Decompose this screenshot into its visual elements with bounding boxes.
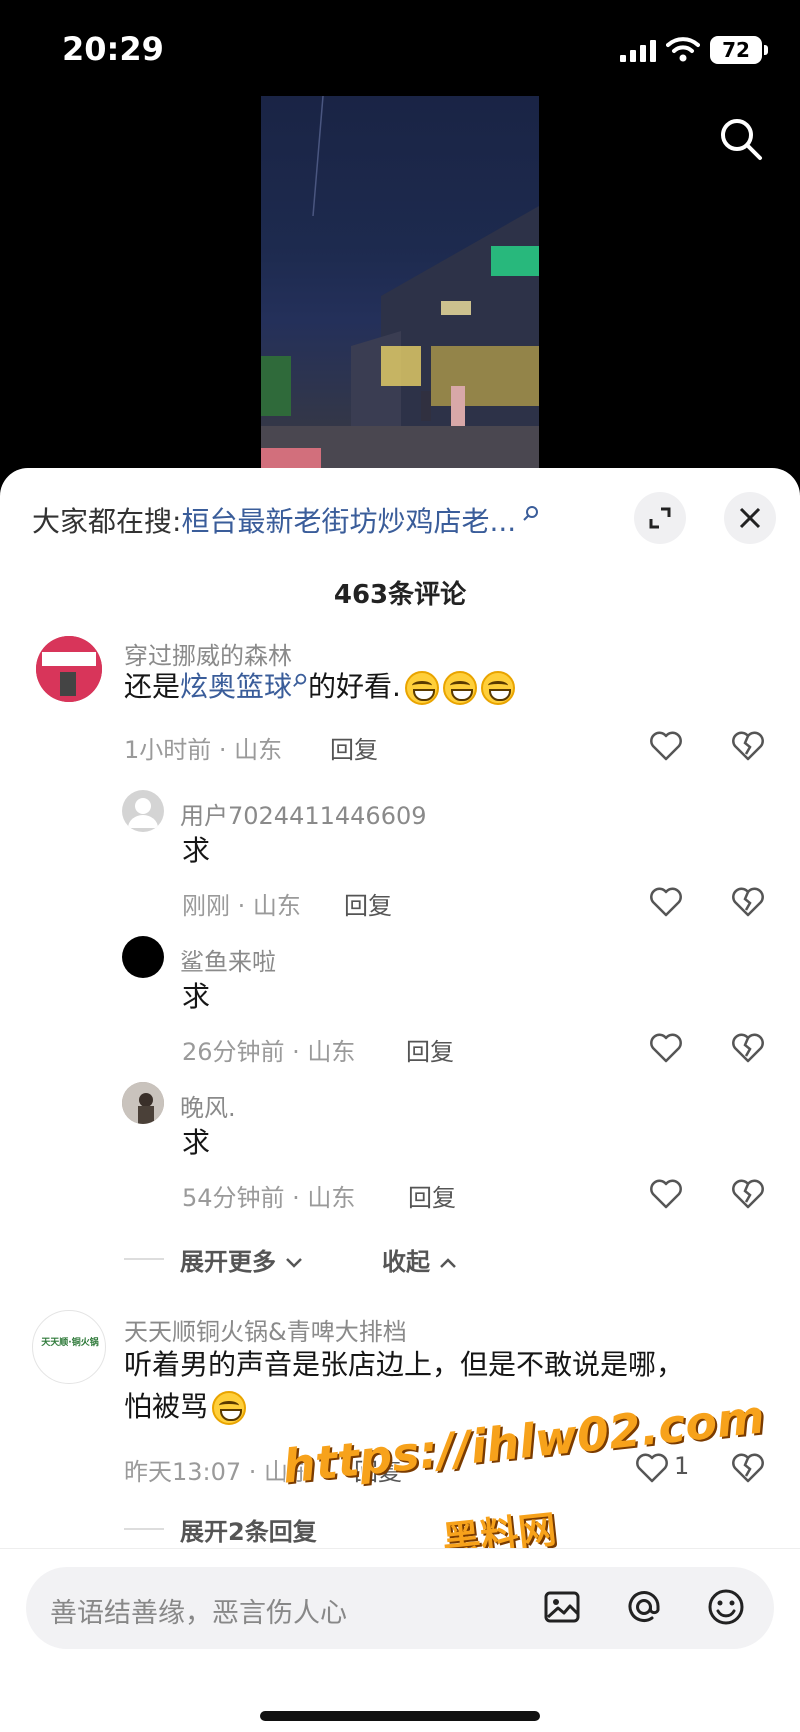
reply-author[interactable]: 用户7024411446609 [180,796,427,831]
reply-button[interactable]: 回复 [330,730,378,765]
laughing-emoji-icon [212,1391,247,1425]
comment-text: 还是炫奥篮球 的好看. [124,666,515,708]
dislike-button[interactable] [730,1450,766,1486]
avatar[interactable] [122,936,164,978]
input-placeholder: 善语结善缘，恶言伤人心 [50,1598,347,1629]
reply-text: 求 [182,980,211,1013]
avatar[interactable] [122,790,164,832]
chevron-up-icon [440,1258,457,1268]
search-icon [523,506,539,521]
dislike-button[interactable] [730,728,766,764]
keyword-link[interactable]: 炫奥篮球 [180,670,292,703]
broken-heart-icon [732,1033,764,1063]
like-count: 1 [674,1452,690,1480]
comment-input[interactable]: 善语结善缘，恶言伤人心 [26,1567,774,1649]
reply-author[interactable]: 晚风. [180,1088,236,1123]
comment-item: 天天顺·铜火锅 天天顺铜火锅&青啤大排档 听着男的声音是张店边上，但是不敢说是哪… [0,1310,800,1500]
expand-icon [649,507,671,529]
video-thumbnail[interactable] [261,96,539,470]
expand-replies-button[interactable]: 展开2条回复 [180,1512,317,1547]
reply-button[interactable]: 回复 [408,1178,456,1213]
avatar[interactable] [122,1082,164,1124]
dislike-button[interactable] [730,1176,766,1212]
comment-text: 听着男的声音是张店边上，但是不敢说是哪， [124,1348,685,1381]
reply-author[interactable]: 鲨鱼来啦 [180,942,276,977]
comment-text-line2: 怕被骂 [124,1386,247,1428]
expand-button[interactable] [634,492,686,544]
reply-button[interactable]: 回复 [406,1032,454,1067]
reply-meta: 刚刚 · 山东 [182,892,301,920]
grin-emoji-icon [404,671,439,705]
grin-emoji-icon [480,671,515,705]
status-time: 20:29 [62,30,164,68]
avatar[interactable] [36,636,102,702]
mention-icon[interactable] [624,1587,664,1627]
thread-divider [124,1528,164,1530]
reply-button[interactable]: 回复 [344,886,392,921]
heart-icon [650,887,682,917]
avatar[interactable]: 天天顺·铜火锅 [32,1310,106,1384]
heart-icon [636,1453,668,1483]
comment-panel: 大家都在搜:桓台最新老街坊炒鸡店老... 463条评论 穿过挪威的森林 还是炫奥… [0,468,800,1732]
reply-meta: 26分钟前 · 山东 [182,1038,356,1066]
close-button[interactable] [724,492,776,544]
collapse-button[interactable]: 收起 [382,1242,458,1277]
like-button[interactable] [634,1450,670,1486]
search-icon [293,673,307,687]
dislike-button[interactable] [730,884,766,920]
comment-meta: 1小时前 · 山东 [124,736,283,764]
search-prefix: 大家都在搜: [32,505,182,538]
expand-more-button[interactable]: 展开更多 [180,1242,304,1277]
comment-count: 463条评论 [333,580,467,610]
comment-input-bar: 善语结善缘，恶言伤人心 [0,1548,800,1732]
status-bar: 20:29 72 [0,0,800,100]
dislike-button[interactable] [730,1030,766,1066]
broken-heart-icon [732,887,764,917]
wifi-icon [666,37,700,62]
search-keyword[interactable]: 桓台最新老街坊炒鸡店老... [181,505,516,538]
like-button[interactable] [648,1176,684,1212]
heart-icon [650,731,682,761]
broken-heart-icon [732,1179,764,1209]
heart-icon [650,1179,682,1209]
battery-indicator: 72 [710,36,768,64]
comment-item: 穿过挪威的森林 还是炫奥篮球 的好看. 1小时前 · 山东 回复 [0,636,800,776]
reply-button[interactable]: 回复 [354,1452,402,1487]
like-button[interactable] [648,884,684,920]
signal-icon [620,40,656,62]
reply-meta: 54分钟前 · 山东 [182,1184,356,1212]
comment-author[interactable]: 天天顺铜火锅&青啤大排档 [124,1312,407,1347]
comment-meta: 昨天13:07 · 山东 [124,1458,313,1486]
image-icon[interactable] [542,1587,582,1627]
thread-divider [124,1258,164,1260]
reply-item: 鲨鱼来啦 求 26分钟前 · 山东 回复 [0,936,800,1066]
reply-item: 用户7024411446609 求 刚刚 · 山东 回复 [0,790,800,920]
emoji-icon[interactable] [706,1587,746,1627]
panel-header: 大家都在搜:桓台最新老街坊炒鸡店老... [0,468,800,568]
search-suggestion[interactable]: 大家都在搜:桓台最新老街坊炒鸡店老... [32,500,540,540]
home-indicator [260,1711,540,1721]
broken-heart-icon [732,1453,764,1483]
reply-text: 求 [182,834,211,867]
search-icon[interactable] [716,114,766,164]
grin-emoji-icon [442,671,477,705]
like-button[interactable] [648,728,684,764]
broken-heart-icon [732,731,764,761]
close-icon [739,507,761,529]
reply-text: 求 [182,1126,211,1159]
chevron-down-icon [286,1258,303,1268]
like-button[interactable] [648,1030,684,1066]
reply-item: 晚风. 求 54分钟前 · 山东 回复 [0,1082,800,1212]
heart-icon [650,1033,682,1063]
